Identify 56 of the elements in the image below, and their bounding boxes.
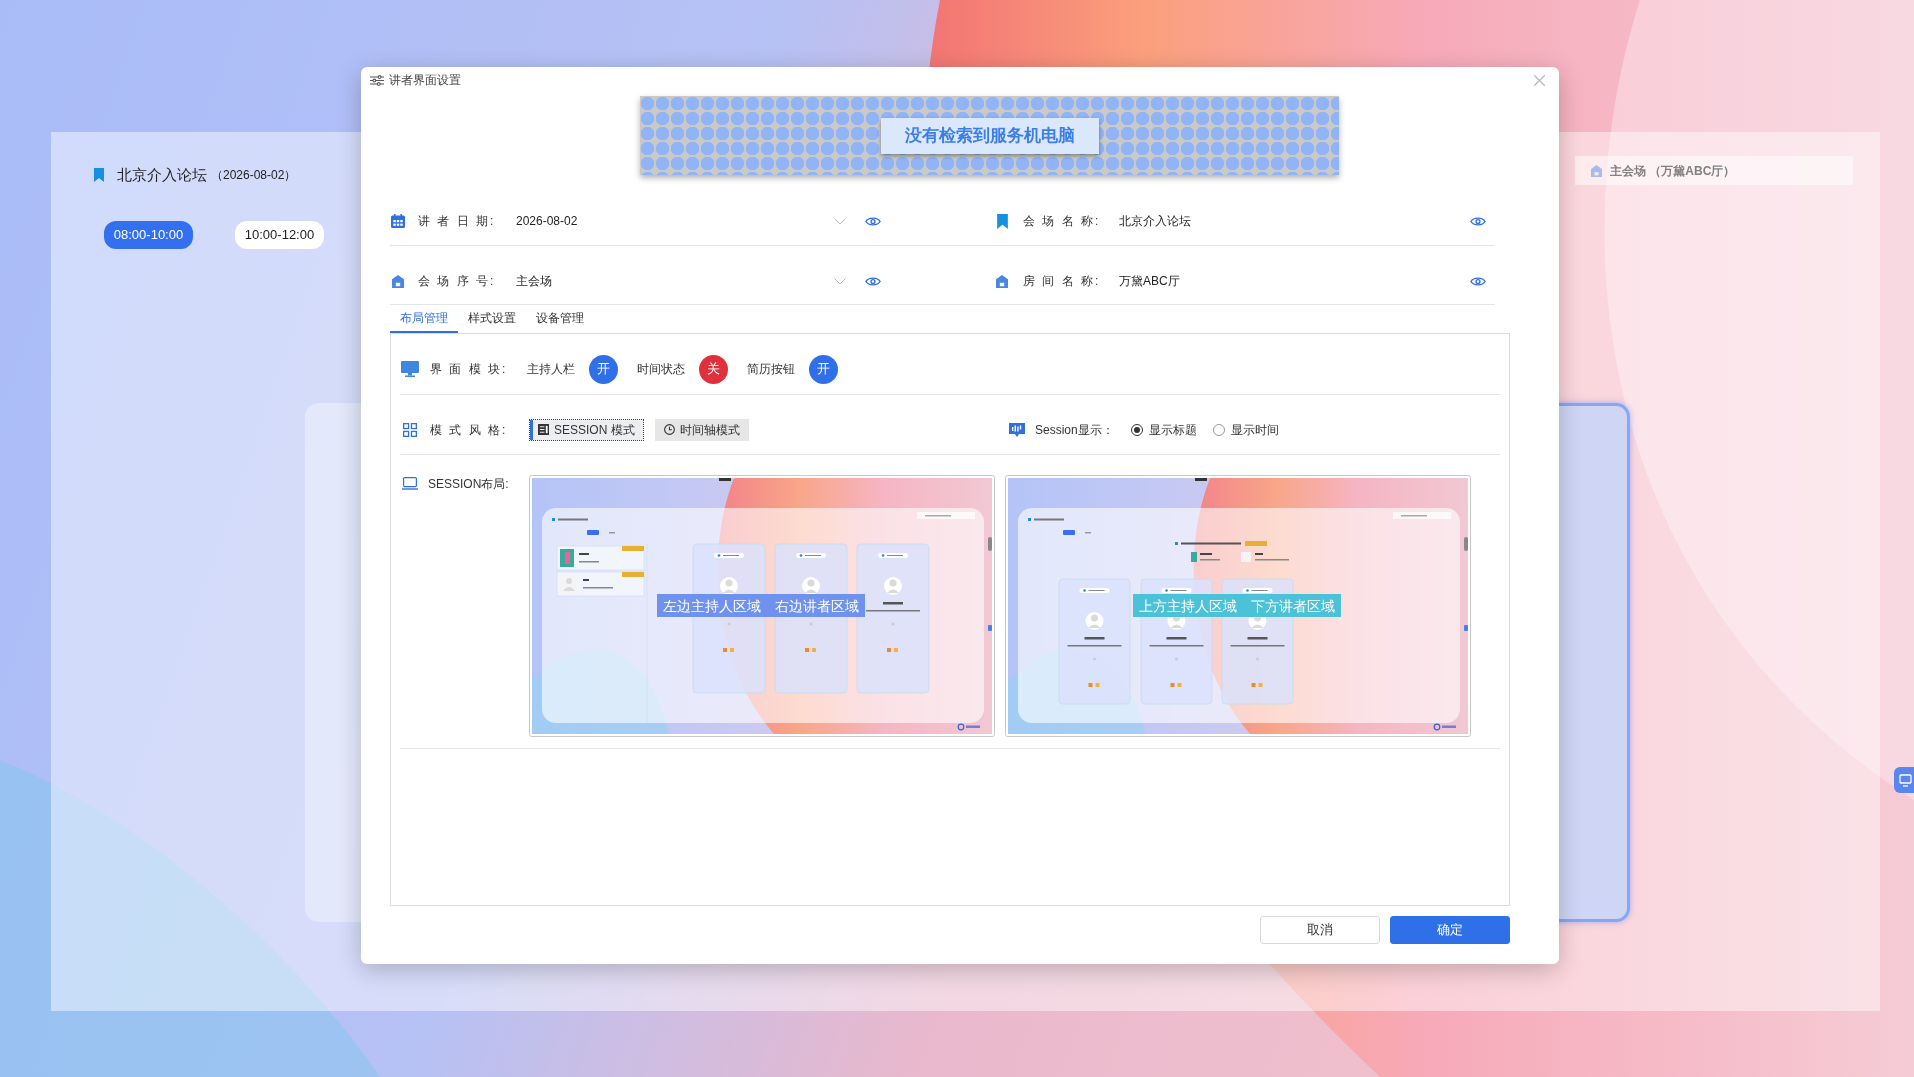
mode-button[interactable]: 时间轴模式: [654, 418, 749, 441]
row-label: 界 面 模 块:: [430, 361, 509, 378]
field-label: 房 间 名 称:: [1023, 273, 1102, 290]
field-value: 2026-08-02: [516, 213, 579, 230]
calendar-icon: [391, 214, 405, 228]
venue-name: 主会场 （万黛ABC厅）: [1610, 162, 1736, 180]
region-caption: 下方讲者区域: [1251, 597, 1335, 614]
radio-option[interactable]: 显示时间: [1212, 420, 1279, 439]
notice-text: 没有检索到服务机电脑: [880, 117, 1099, 154]
tab[interactable]: 布局管理: [390, 305, 458, 333]
bookmark-icon: [996, 213, 1008, 229]
toggle-button[interactable]: 开: [589, 354, 618, 384]
monitor-tab-icon[interactable]: [1894, 767, 1914, 793]
speech-bubble-bars-icon: [1009, 422, 1025, 437]
tab[interactable]: 样式设置: [458, 305, 526, 333]
eye-icon[interactable]: [1470, 215, 1486, 227]
field-label: 会 场 名 称:: [1023, 213, 1102, 230]
toggle-label: 时间状态: [637, 361, 685, 378]
region-caption: 上方主持人区域: [1139, 597, 1237, 614]
toggle-button[interactable]: 开: [809, 354, 838, 384]
confirm-button[interactable]: 确定: [1390, 916, 1510, 944]
radio-option[interactable]: 显示标题: [1130, 420, 1197, 439]
eye-icon[interactable]: [865, 275, 881, 287]
toggle-button[interactable]: 关: [699, 354, 728, 384]
forum-title: 北京介入论坛: [117, 164, 207, 185]
region-caption: 右边讲者区域: [775, 597, 859, 614]
bookmark-icon: [94, 168, 104, 182]
clock-icon: [663, 424, 675, 435]
house-icon: [996, 274, 1008, 288]
mode-button[interactable]: SESSION 模式: [529, 418, 644, 441]
eye-icon[interactable]: [865, 215, 881, 227]
field-value: 主会场: [516, 273, 553, 290]
house-icon: [392, 274, 404, 288]
time-slot-tab[interactable]: 10:00-12:00: [235, 221, 324, 249]
time-slot-tab[interactable]: 08:00-10:00: [104, 221, 193, 249]
toggle-label: 简历按钮: [747, 361, 795, 378]
settings-sliders-icon: [370, 74, 384, 86]
field-value: 万黛ABC厅: [1119, 273, 1181, 290]
toggle-label: 主持人栏: [527, 361, 575, 378]
list-icon: [538, 424, 549, 435]
forum-date: （2026-08-02）: [211, 167, 297, 184]
field-label: 会 场 序 号:: [418, 273, 497, 290]
monitor-icon: [401, 361, 419, 377]
field-value: 北京介入论坛: [1119, 213, 1192, 230]
tab[interactable]: 设备管理: [526, 305, 594, 333]
house-icon: [1591, 164, 1602, 177]
row-label: 模 式 风 格:: [430, 421, 509, 439]
region-caption: 左边主持人区域: [663, 597, 761, 614]
grid-icon: [403, 422, 417, 437]
eye-icon[interactable]: [1470, 275, 1486, 287]
row-label: Session显示：: [1035, 421, 1114, 439]
field-label: 讲 者 日 期:: [418, 213, 497, 230]
cancel-button[interactable]: 取消: [1260, 916, 1380, 944]
laptop-icon: [402, 477, 418, 490]
dialog-title: 讲者界面设置: [389, 72, 461, 89]
row-label: SESSION布局:: [428, 475, 509, 493]
